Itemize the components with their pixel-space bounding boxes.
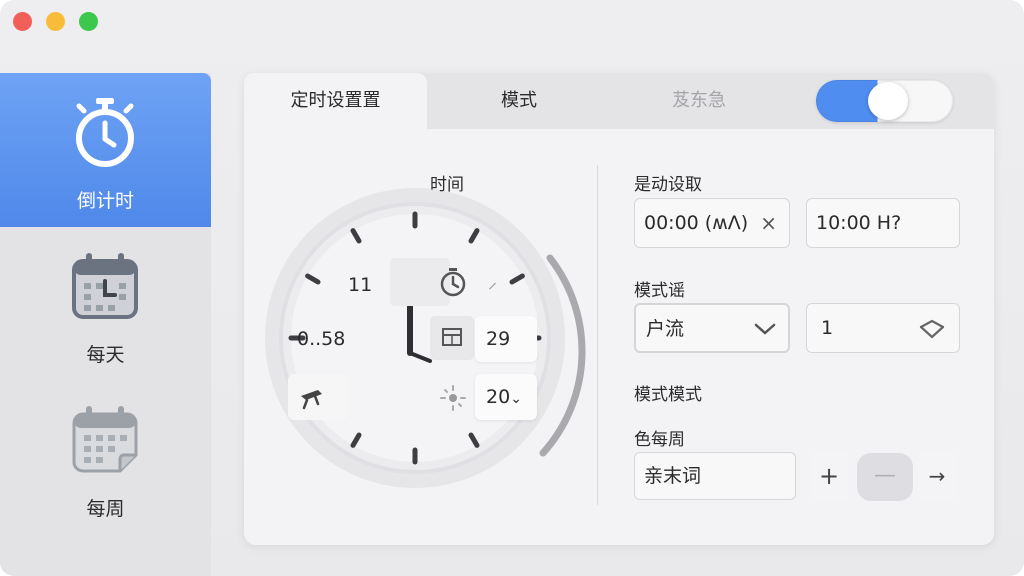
hour-marker-icon: ⸝ (488, 272, 497, 293)
second-select[interactable]: 20⌄ (475, 374, 537, 420)
end-time-field[interactable]: 10:00 H? (806, 198, 960, 248)
tab-mode[interactable]: 模式 (444, 73, 594, 129)
timer-icon[interactable] (437, 266, 469, 298)
mode-select[interactable]: 户流 (634, 303, 790, 353)
count-stepper[interactable]: 1 (806, 303, 960, 353)
start-time-value: 00:00 (ʍΛ) (644, 212, 749, 234)
calendar-week-icon (72, 406, 138, 473)
clock-title: 时间 (430, 175, 464, 195)
add-button[interactable]: + (810, 453, 848, 499)
toggle-knob (868, 82, 908, 120)
zoom-window-button[interactable] (79, 12, 98, 31)
sidebar-item-label: 每周 (86, 498, 125, 520)
arrow-icon (301, 390, 322, 410)
enable-toggle[interactable] (816, 80, 953, 122)
section-label-auto: 是动设取 (634, 175, 702, 195)
close-window-button[interactable] (13, 12, 32, 31)
name-field[interactable]: 亲末词 (634, 452, 796, 500)
second-value: 20 (486, 386, 511, 408)
tab-disabled[interactable]: 芨东急 (624, 73, 774, 129)
section-label-mode: 模式谣 (634, 281, 685, 301)
sidebar: 倒计时 每天 每周 (0, 73, 211, 576)
brightness-icon[interactable] (438, 383, 468, 413)
sidebar-item-weekly[interactable]: 每周 (0, 381, 211, 535)
stopwatch-icon (76, 98, 134, 167)
minute-box[interactable]: 29 (475, 316, 537, 362)
book-icon (442, 328, 462, 346)
section-label-mode-mode: 模式模式 (634, 385, 702, 405)
arrow-chip[interactable] (288, 374, 348, 420)
title-bar (0, 0, 1024, 44)
mode-select-value: 户流 (646, 318, 685, 340)
tab-bar: 定时设置置 模式 芨东急 (244, 73, 994, 129)
section-label-weekly-color: 色每周 (634, 430, 685, 450)
tab-timer-settings[interactable]: 定时设置置 (244, 73, 427, 129)
count-value: 1 (821, 317, 834, 339)
sidebar-item-daily[interactable]: 每天 (0, 227, 211, 381)
remove-button[interactable]: — (857, 453, 913, 501)
calendar-day-icon (72, 253, 138, 319)
chevron-down-icon (754, 323, 776, 335)
sidebar-item-countdown[interactable]: 倒计时 (0, 73, 211, 227)
next-arrow-button[interactable]: → (918, 453, 956, 499)
stepper-icon[interactable] (919, 319, 945, 339)
hour-label: 11 (348, 274, 373, 296)
sidebar-item-label: 倒计时 (76, 190, 134, 212)
calendar-chip[interactable] (430, 316, 474, 360)
sidebar-item-label: 每天 (86, 344, 125, 366)
minimize-window-button[interactable] (46, 12, 65, 31)
start-time-field[interactable]: 00:00 (ʍΛ) × (634, 198, 790, 248)
column-divider (597, 165, 598, 505)
app-window: 倒计时 每天 每周 定时设置置 模式 芨东急 时间 11 0..58 ⸝ 29 … (0, 0, 1024, 576)
clear-icon[interactable]: × (760, 199, 777, 247)
chevron-down-icon: ⌄ (510, 391, 522, 407)
left-value: 0..58 (297, 328, 346, 350)
